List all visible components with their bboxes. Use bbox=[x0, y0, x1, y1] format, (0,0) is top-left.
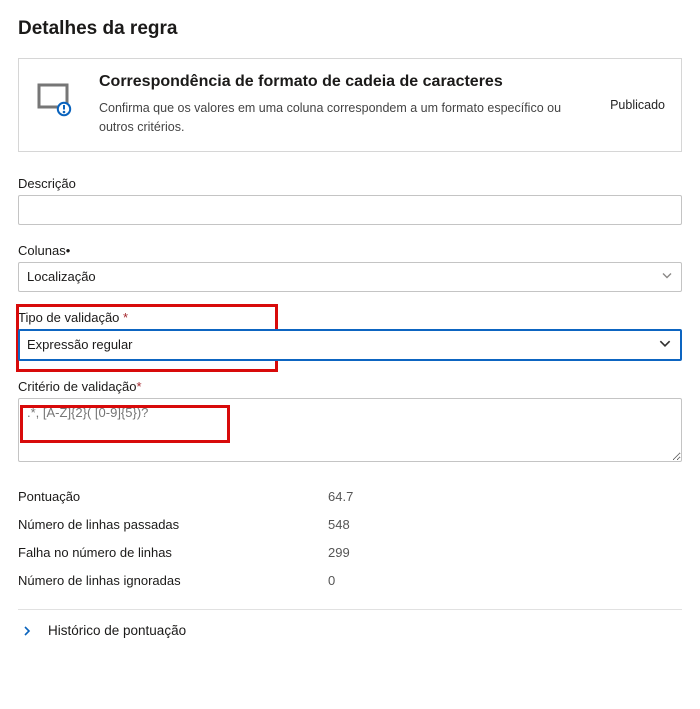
stat-row: Pontuação 64.7 bbox=[18, 483, 682, 511]
rule-summary-card: Correspondência de formato de cadeia de … bbox=[18, 58, 682, 152]
columns-select[interactable]: Localização bbox=[18, 262, 682, 292]
page-title: Detalhes da regra bbox=[18, 18, 682, 40]
stat-value: 0 bbox=[328, 573, 335, 588]
chevron-down-icon bbox=[661, 269, 673, 284]
rule-card-description: Confirma que os valores em uma coluna co… bbox=[99, 99, 592, 137]
score-history-accordion[interactable]: Histórico de pontuação bbox=[18, 609, 682, 648]
stat-value: 299 bbox=[328, 545, 350, 560]
rule-card-title: Correspondência de formato de cadeia de … bbox=[99, 73, 592, 91]
stats-block: Pontuação 64.7 Número de linhas passadas… bbox=[18, 483, 682, 595]
stat-row: Número de linhas passadas 548 bbox=[18, 511, 682, 539]
rule-type-icon bbox=[33, 73, 81, 122]
columns-select-value: Localização bbox=[27, 269, 96, 284]
validation-type-value: Expressão regular bbox=[27, 337, 133, 352]
stat-row: Falha no número de linhas 299 bbox=[18, 539, 682, 567]
status-badge: Publicado bbox=[610, 98, 665, 112]
validation-criteria-label: Critério de validação* bbox=[18, 379, 682, 394]
stat-value: 548 bbox=[328, 517, 350, 532]
validation-criteria-input[interactable] bbox=[18, 398, 682, 462]
description-label: Descrição bbox=[18, 176, 682, 191]
stat-label: Número de linhas ignoradas bbox=[18, 573, 328, 588]
validation-type-select[interactable]: Expressão regular bbox=[18, 329, 682, 361]
chevron-down-icon bbox=[658, 336, 672, 353]
description-input[interactable] bbox=[18, 195, 682, 225]
chevron-right-icon bbox=[18, 622, 36, 640]
stat-value: 64.7 bbox=[328, 489, 353, 504]
accordion-title: Histórico de pontuação bbox=[48, 623, 186, 638]
columns-label: Colunas• bbox=[18, 243, 682, 258]
validation-type-label: Tipo de validação * bbox=[18, 310, 682, 325]
stat-label: Número de linhas passadas bbox=[18, 517, 328, 532]
stat-label: Pontuação bbox=[18, 489, 328, 504]
stat-label: Falha no número de linhas bbox=[18, 545, 328, 560]
stat-row: Número de linhas ignoradas 0 bbox=[18, 567, 682, 595]
